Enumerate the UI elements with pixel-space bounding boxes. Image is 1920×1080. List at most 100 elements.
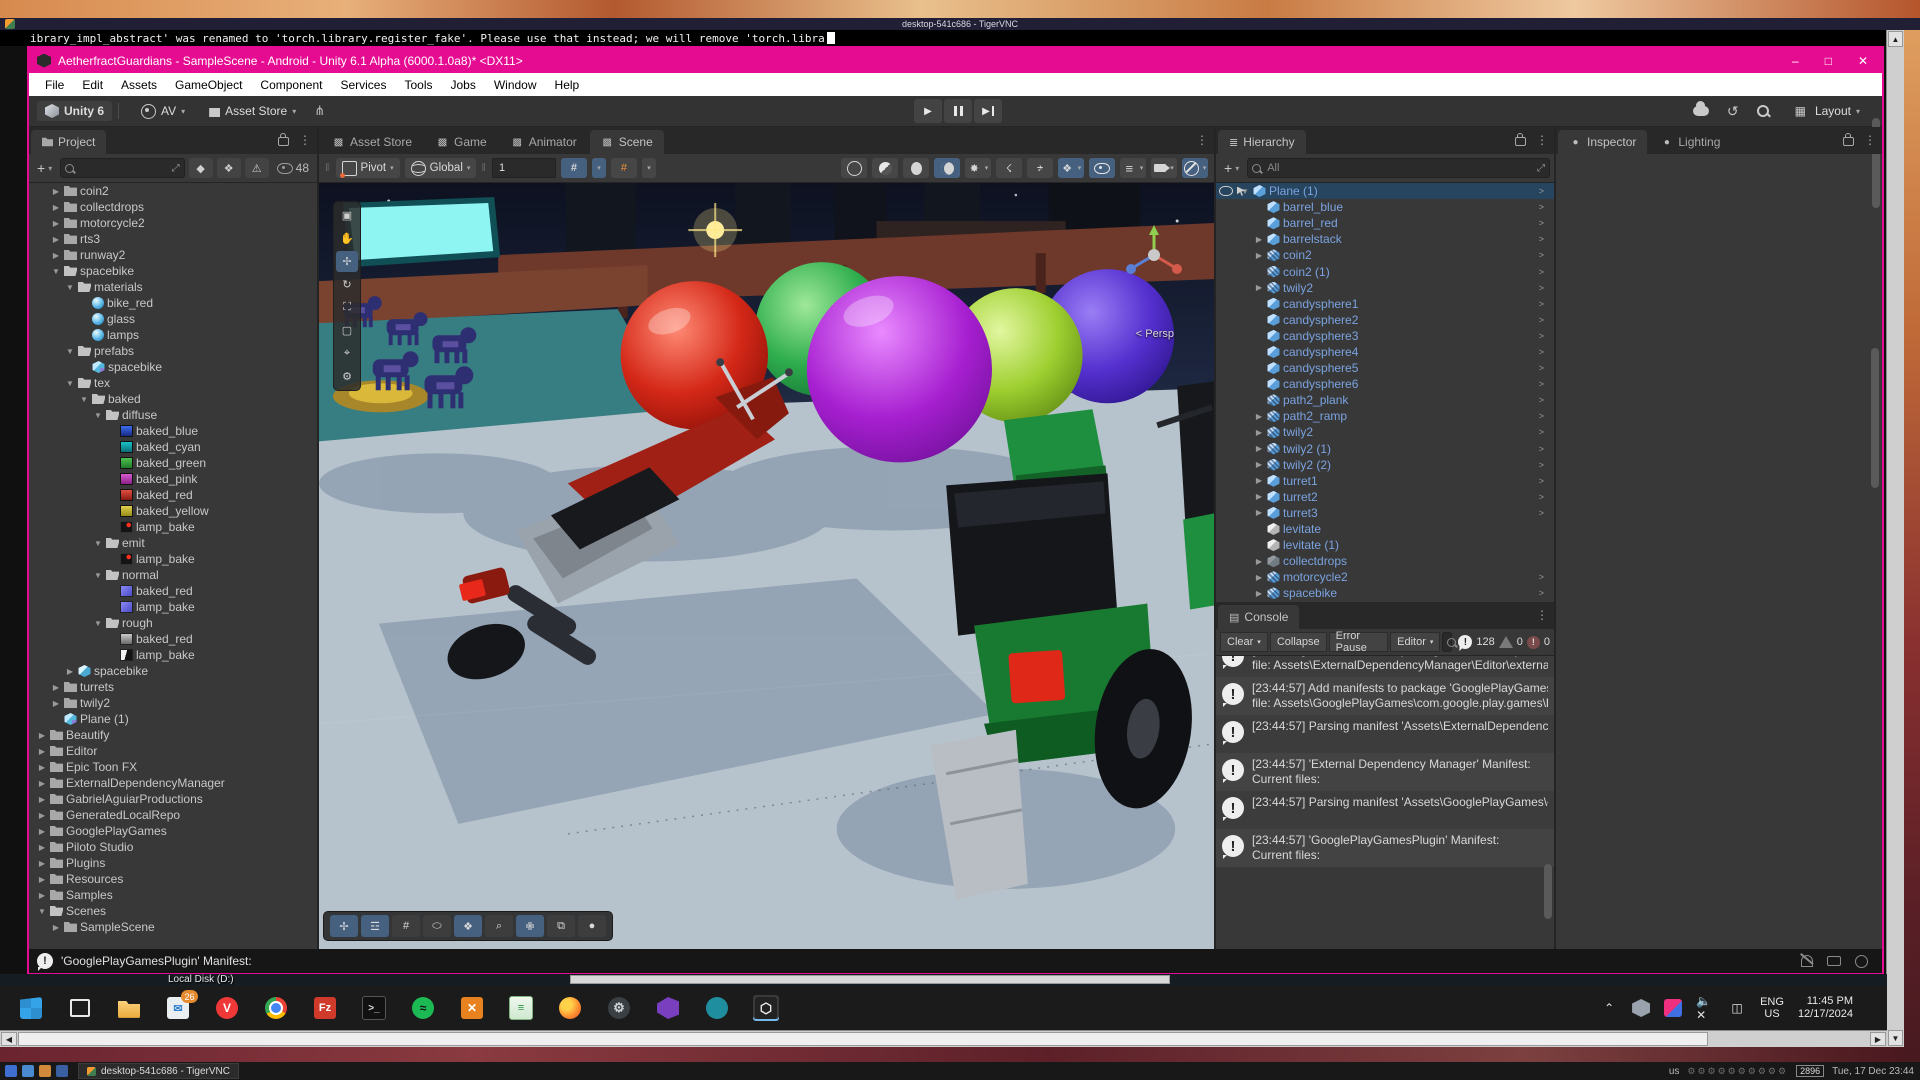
expander-arrow-icon[interactable] xyxy=(65,379,75,388)
taskbar-app-button[interactable]: ⬡ xyxy=(753,995,779,1021)
hierarchy-item[interactable]: twily2 (1) > xyxy=(1216,441,1554,457)
project-tree-item[interactable]: baked_pink xyxy=(29,471,317,487)
hierarchy-item[interactable]: path2_plank > xyxy=(1216,392,1554,408)
prefab-chevron-icon[interactable]: > xyxy=(1539,476,1544,486)
project-tree-item[interactable]: coin2 xyxy=(29,183,317,199)
hidden-packages-button[interactable]: ⚠ xyxy=(245,158,269,178)
scene-toggle-button[interactable] xyxy=(1027,158,1053,178)
project-tree-item[interactable]: Epic Toon FX xyxy=(29,759,317,775)
hierarchy-item[interactable]: Plane (1) > xyxy=(1216,183,1554,199)
scene-tool-button[interactable]: ⌖ xyxy=(336,343,358,364)
expander-arrow-icon[interactable] xyxy=(51,203,61,212)
account-dropdown[interactable]: AV ▾ xyxy=(133,101,193,122)
project-scrollbar-thumb[interactable] xyxy=(1871,348,1879,488)
expander-arrow-icon[interactable] xyxy=(1254,460,1264,469)
unity-status-bar[interactable]: ! 'GooglePlayGamesPlugin' Manifest: xyxy=(29,949,1882,973)
prefab-chevron-icon[interactable]: > xyxy=(1539,572,1544,582)
play-button[interactable]: ▶ xyxy=(914,99,942,123)
console-message[interactable]: ! [23:44:57] Parsing manifest 'Assets\Go… xyxy=(1216,791,1554,829)
project-tree-item[interactable]: spacebike xyxy=(29,359,317,375)
prefab-chevron-icon[interactable]: > xyxy=(1539,492,1544,502)
scene-overlay-button[interactable]: ✙ xyxy=(516,915,544,937)
kebab-menu-icon[interactable]: ⋮ xyxy=(1536,133,1548,147)
prefab-chevron-icon[interactable]: > xyxy=(1539,379,1544,389)
project-tree-item[interactable]: spacebike xyxy=(29,263,317,279)
console-scrollbar-thumb[interactable] xyxy=(1544,864,1552,919)
hierarchy-item[interactable]: candysphere1 > xyxy=(1216,296,1554,312)
expander-arrow-icon[interactable] xyxy=(37,827,47,836)
project-tree-item[interactable]: lamp_bake xyxy=(29,647,317,663)
scene-overlay-button[interactable]: ❖ xyxy=(454,915,482,937)
project-tree-item[interactable]: baked_cyan xyxy=(29,439,317,455)
open-search-window-icon[interactable]: ⤢ xyxy=(1537,163,1545,174)
taskbar-clock[interactable]: 11:45 PM 12/17/2024 xyxy=(1798,995,1853,1021)
inspector-tab[interactable]: ● Inspector xyxy=(1558,130,1647,154)
expander-arrow-icon[interactable] xyxy=(37,907,47,916)
host-app-icon[interactable] xyxy=(22,1065,34,1077)
project-tree-item[interactable]: prefabs xyxy=(29,343,317,359)
menu-item[interactable]: Help xyxy=(547,78,588,92)
editor-dropdown[interactable]: Editor▾ xyxy=(1390,632,1440,652)
scene-tool-button[interactable]: ▢ xyxy=(336,320,358,341)
project-tree-item[interactable]: GabrielAguiarProductions xyxy=(29,791,317,807)
host-app-icon[interactable] xyxy=(5,1065,17,1077)
hierarchy-item[interactable]: candysphere2 > xyxy=(1216,312,1554,328)
scroll-left-button[interactable]: ◀ xyxy=(1,1032,17,1046)
project-tree-item[interactable]: Plane (1) xyxy=(29,711,317,727)
expander-arrow-icon[interactable] xyxy=(37,763,47,772)
hierarchy-item[interactable]: barrel_blue > xyxy=(1216,199,1554,215)
scene-tool-button[interactable]: ▣ xyxy=(336,205,358,226)
prefab-chevron-icon[interactable]: > xyxy=(1539,250,1544,260)
taskbar-app-button[interactable] xyxy=(116,995,142,1021)
project-tree-item[interactable]: materials xyxy=(29,279,317,295)
scene-toggle-button[interactable]: ▾ xyxy=(1151,158,1177,178)
menu-item[interactable]: Assets xyxy=(113,78,165,92)
project-tree-item[interactable]: baked_red xyxy=(29,631,317,647)
expander-arrow-icon[interactable] xyxy=(37,859,47,868)
project-tree-item[interactable]: lamp_bake xyxy=(29,551,317,567)
expander-arrow-icon[interactable] xyxy=(1254,428,1264,437)
taskbar-app-button[interactable]: >_ xyxy=(361,995,387,1021)
kebab-menu-icon[interactable]: ⋮ xyxy=(299,133,311,147)
expander-arrow-icon[interactable] xyxy=(65,667,75,676)
taskbar-app-button[interactable]: ≡ xyxy=(508,995,534,1021)
scene-pickability-icon[interactable] xyxy=(1237,187,1245,196)
expander-arrow-icon[interactable] xyxy=(1254,573,1264,582)
scene-toggle-button[interactable]: ▾ xyxy=(965,158,991,178)
scene-toggle-button[interactable] xyxy=(996,158,1022,178)
hierarchy-item[interactable]: levitate (1) xyxy=(1216,537,1554,553)
console-message[interactable]: ! [23:44:57] 'GooglePlayGamesPlugin' Man… xyxy=(1216,829,1554,867)
scene-orientation-gizmo[interactable] xyxy=(1122,223,1186,292)
hierarchy-item[interactable]: twily2 > xyxy=(1216,280,1554,296)
prefab-chevron-icon[interactable]: > xyxy=(1539,202,1544,212)
expander-arrow-icon[interactable] xyxy=(37,779,47,788)
expander-arrow-icon[interactable] xyxy=(93,411,103,420)
project-tree-item[interactable]: runway2 xyxy=(29,247,317,263)
project-tree-item[interactable]: tex xyxy=(29,375,317,391)
step-button[interactable]: ▶ xyxy=(974,99,1002,123)
hierarchy-item[interactable]: turret2 > xyxy=(1216,489,1554,505)
prefab-chevron-icon[interactable]: > xyxy=(1539,331,1544,341)
scene-overlay-button[interactable]: ☲ xyxy=(361,915,389,937)
host-keyboard-layout[interactable]: us xyxy=(1669,1066,1680,1077)
volume-muted-icon[interactable]: 🔈✕ xyxy=(1696,999,1714,1017)
version-control-icon[interactable]: ⋔ xyxy=(314,103,325,119)
expander-arrow-icon[interactable] xyxy=(37,795,47,804)
taskbar-app-button[interactable]: ✕ xyxy=(459,995,485,1021)
background-tasks-icon[interactable] xyxy=(1855,955,1868,968)
kebab-menu-icon[interactable]: ⋮ xyxy=(1864,133,1876,147)
expander-arrow-icon[interactable] xyxy=(37,843,47,852)
grid-size-input[interactable]: 1 xyxy=(492,158,556,178)
hierarchy-item[interactable]: turret3 > xyxy=(1216,505,1554,521)
project-search[interactable]: ⤢ xyxy=(60,158,184,178)
expander-arrow-icon[interactable] xyxy=(51,267,61,276)
create-object-button[interactable]: +▾ xyxy=(1220,160,1243,176)
scrollbar-thumb[interactable] xyxy=(18,1032,1708,1046)
scene-toggle-button[interactable] xyxy=(841,158,867,178)
scene-overlay-button[interactable]: ⌕ xyxy=(485,915,513,937)
scroll-up-button[interactable]: ▲ xyxy=(1888,31,1903,47)
hierarchy-item[interactable]: turret1 > xyxy=(1216,473,1554,489)
menu-item[interactable]: Tools xyxy=(396,78,440,92)
menu-item[interactable]: Services xyxy=(332,78,394,92)
notifications-muted-icon[interactable] xyxy=(1801,955,1813,967)
